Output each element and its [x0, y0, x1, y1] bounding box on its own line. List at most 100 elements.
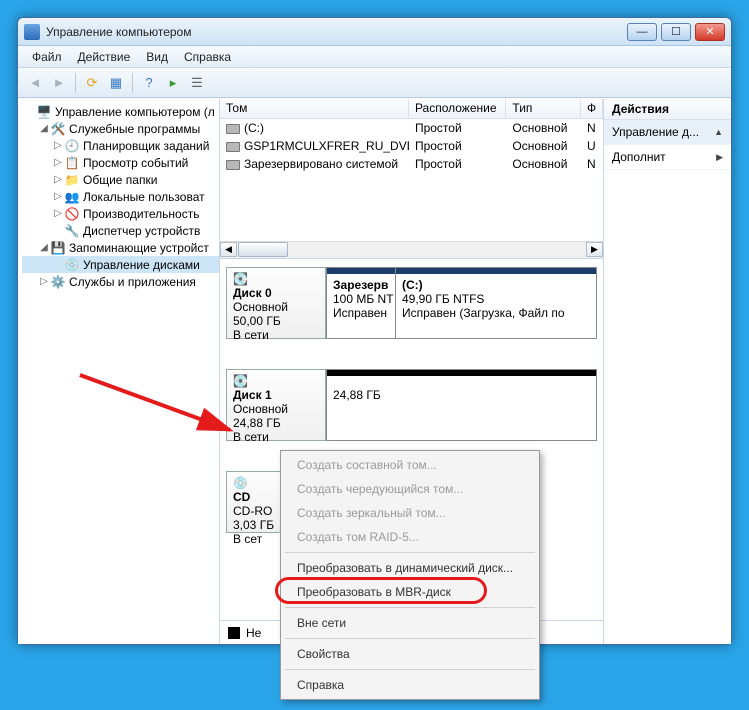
maximize-button[interactable]: ☐ — [661, 23, 691, 41]
volume-row[interactable]: GSP1RMCULXFRER_RU_DVD (E:) Простой Основ… — [220, 137, 603, 155]
disk-icon: 💽 — [233, 374, 319, 388]
volume-fs: N — [581, 121, 603, 135]
cm-properties[interactable]: Свойства — [283, 642, 537, 666]
context-menu: Создать составной том... Создать чередую… — [280, 450, 540, 700]
tree-disk-management[interactable]: 💿Управление дисками — [22, 256, 219, 273]
partition-status: Исправен — [333, 306, 389, 320]
menu-action[interactable]: Действие — [70, 48, 139, 66]
tree-performance[interactable]: ▷🚫Производительность — [22, 205, 219, 222]
forward-button[interactable]: ► — [48, 72, 70, 94]
toolbar: ◄ ► ⟳ ▦ ? ▸ ☰ — [18, 68, 731, 98]
tree-system-tools[interactable]: ◢🛠️Служебные программы — [22, 120, 219, 137]
partition-unallocated[interactable]: 24,88 ГБ — [326, 369, 597, 441]
volume-list: Том Расположение Тип Ф (C:) Простой Осно… — [220, 99, 603, 259]
volume-name: GSP1RMCULXFRER_RU_DVD (E:) — [244, 139, 409, 153]
menu-help[interactable]: Справка — [176, 48, 239, 66]
tree-label: Общие папки — [83, 173, 157, 187]
tree-local-users[interactable]: ▷👥Локальные пользоват — [22, 188, 219, 205]
volume-fs: N — [581, 157, 603, 171]
cm-separator — [285, 552, 535, 553]
tree-label: Служебные программы — [69, 122, 200, 136]
cm-convert-mbr[interactable]: Преобразовать в MBR-диск — [283, 580, 537, 604]
disk-type: Основной — [233, 402, 319, 416]
tree-label: Локальные пользоват — [83, 190, 205, 204]
tree-shared-folders[interactable]: ▷📁Общие папки — [22, 171, 219, 188]
toolbar-separator — [75, 73, 76, 93]
disk-0[interactable]: 💽 Диск 0 Основной 50,00 ГБ В сети Зарезе… — [226, 267, 597, 339]
scroll-left-icon[interactable]: ◀ — [220, 242, 237, 257]
volume-layout: Простой — [409, 157, 506, 171]
scroll-right-icon[interactable]: ▶ — [586, 242, 603, 257]
disk-status: В сети — [233, 328, 319, 342]
volume-fs: U — [581, 139, 603, 153]
actions-header: Действия — [604, 99, 731, 120]
minimize-button[interactable]: — — [627, 23, 657, 41]
cm-create-striped[interactable]: Создать чередующийся том... — [283, 477, 537, 501]
col-volume[interactable]: Том — [220, 99, 409, 118]
tree-storage[interactable]: ◢💾Запоминающие устройст — [22, 239, 219, 256]
volume-row[interactable]: Зарезервировано системой Простой Основно… — [220, 155, 603, 173]
tree-panel: 🖥️Управление компьютером (л ◢🛠️Служебные… — [18, 99, 220, 644]
partition-band — [396, 268, 596, 274]
volume-type: Основной — [506, 121, 581, 135]
partition-c[interactable]: (C:) 49,90 ГБ NTFS Исправен (Загрузка, Ф… — [396, 267, 597, 339]
titlebar[interactable]: Управление компьютером — ☐ ✕ — [18, 18, 731, 46]
volume-icon — [226, 160, 240, 170]
tree-eventviewer[interactable]: ▷📋Просмотр событий — [22, 154, 219, 171]
partition-name: Зарезерв — [333, 278, 389, 292]
list-button[interactable]: ☰ — [186, 72, 208, 94]
cm-create-raid5[interactable]: Создать том RAID-5... — [283, 525, 537, 549]
tree-device-manager[interactable]: 🔧Диспетчер устройств — [22, 222, 219, 239]
properties-button[interactable]: ▦ — [105, 72, 127, 94]
window-title: Управление компьютером — [46, 25, 627, 39]
tree-label: Управление дисками — [83, 258, 200, 272]
col-fs[interactable]: Ф — [581, 99, 603, 118]
actions-label: Управление д... — [612, 125, 699, 139]
view-button[interactable]: ▸ — [162, 72, 184, 94]
legend-label: Не — [246, 626, 261, 640]
help-button[interactable]: ? — [138, 72, 160, 94]
volume-layout: Простой — [409, 121, 506, 135]
toolbar-separator — [132, 73, 133, 93]
col-type[interactable]: Тип — [506, 99, 581, 118]
cm-help[interactable]: Справка — [283, 673, 537, 697]
disk-name: Диск 1 — [233, 388, 319, 402]
scroll-thumb[interactable] — [238, 242, 288, 257]
cm-convert-dynamic[interactable]: Преобразовать в динамический диск... — [283, 556, 537, 580]
col-layout[interactable]: Расположение — [409, 99, 506, 118]
tree-root[interactable]: 🖥️Управление компьютером (л — [22, 103, 219, 120]
horizontal-scrollbar[interactable]: ◀ ▶ — [220, 241, 603, 258]
menu-view[interactable]: Вид — [138, 48, 176, 66]
volume-type: Основной — [506, 157, 581, 171]
actions-item-more[interactable]: Дополнит ▶ — [604, 145, 731, 170]
cm-create-mirrored[interactable]: Создать зеркальный том... — [283, 501, 537, 525]
actions-item-diskmgmt[interactable]: Управление д... ▲ — [604, 120, 731, 145]
partition-reserved[interactable]: Зарезерв 100 МБ NT Исправен — [326, 267, 396, 339]
close-button[interactable]: ✕ — [695, 23, 725, 41]
menu-file[interactable]: Файл — [24, 48, 70, 66]
disk-1[interactable]: 💽 Диск 1 Основной 24,88 ГБ В сети 24,88 … — [226, 369, 597, 441]
menubar: Файл Действие Вид Справка — [18, 46, 731, 68]
tree-label: Просмотр событий — [83, 156, 188, 170]
volume-layout: Простой — [409, 139, 506, 153]
disk-type: Основной — [233, 300, 319, 314]
tree-label: Планировщик заданий — [83, 139, 209, 153]
cm-separator — [285, 669, 535, 670]
disk-label: 💽 Диск 0 Основной 50,00 ГБ В сети — [226, 267, 326, 339]
refresh-button[interactable]: ⟳ — [81, 72, 103, 94]
cm-separator — [285, 638, 535, 639]
cm-offline[interactable]: Вне сети — [283, 611, 537, 635]
volume-header: Том Расположение Тип Ф — [220, 99, 603, 119]
back-button[interactable]: ◄ — [24, 72, 46, 94]
tree-label: Диспетчер устройств — [83, 224, 200, 238]
disk-status: В сети — [233, 430, 319, 444]
disk-name: Диск 0 — [233, 286, 319, 300]
disk-size: 50,00 ГБ — [233, 314, 319, 328]
tree-services[interactable]: ▷⚙️Службы и приложения — [22, 273, 219, 290]
cm-create-spanned[interactable]: Создать составной том... — [283, 453, 537, 477]
partition-size: 49,90 ГБ NTFS — [402, 292, 590, 306]
disk-label: 💽 Диск 1 Основной 24,88 ГБ В сети — [226, 369, 326, 441]
volume-row[interactable]: (C:) Простой Основной N — [220, 119, 603, 137]
disk-size: 24,88 ГБ — [233, 416, 319, 430]
tree-scheduler[interactable]: ▷🕘Планировщик заданий — [22, 137, 219, 154]
